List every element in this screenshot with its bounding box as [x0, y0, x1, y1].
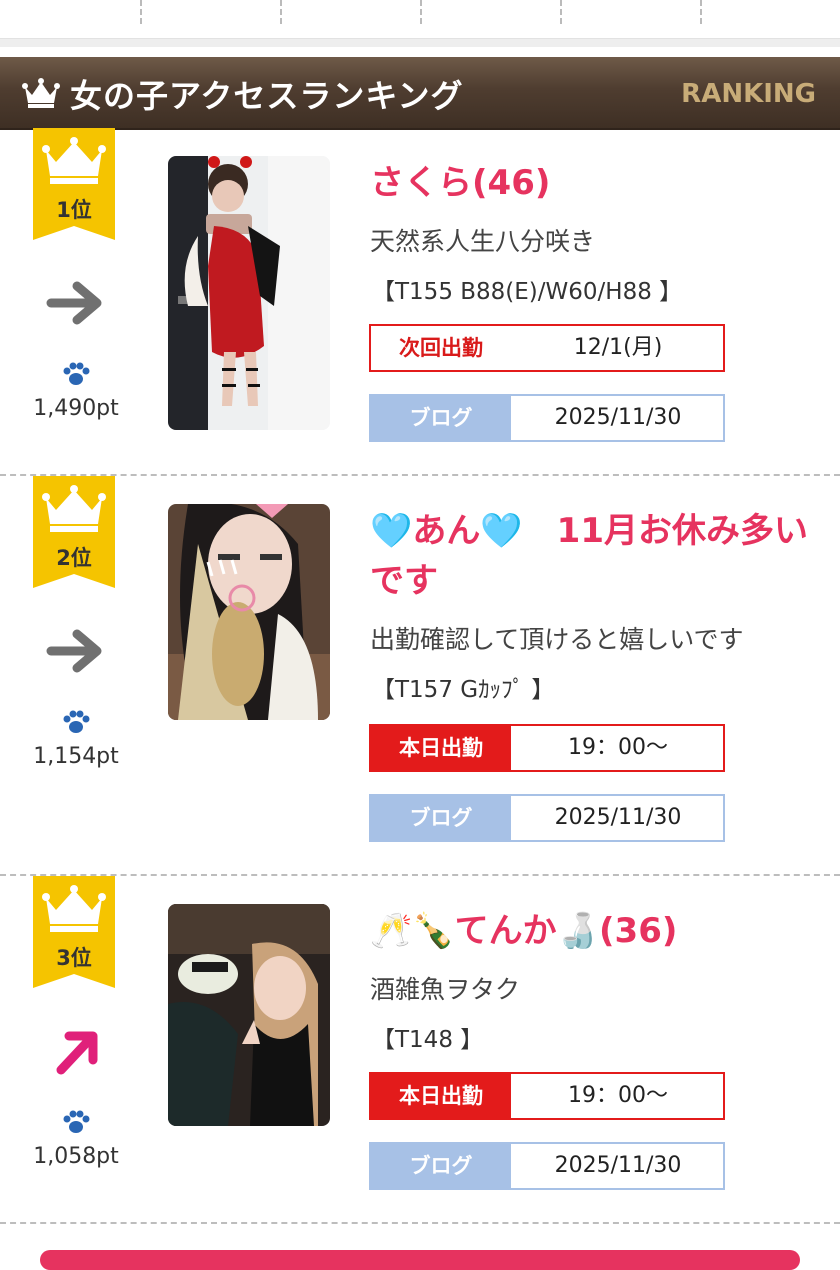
profile-photo[interactable]	[168, 156, 330, 430]
profile-photo[interactable]	[168, 504, 330, 720]
profile-photo[interactable]	[168, 904, 330, 1126]
girl-name[interactable]: 🥂🍾てんか🍶(36)	[370, 906, 810, 956]
crown-icon	[22, 78, 60, 108]
shift-label: 本日出勤	[371, 1074, 511, 1118]
access-points: 1,490pt	[33, 396, 119, 421]
paw-icon	[63, 710, 90, 733]
girl-name[interactable]: さくら(46)	[370, 158, 810, 208]
rank-label: 1位	[56, 198, 92, 222]
shift-box: 次回出勤 12/1(月)	[369, 324, 725, 372]
blog-label: ブログ	[371, 396, 511, 440]
rank-badge: 2位	[33, 476, 115, 588]
blog-label: ブログ	[371, 796, 511, 840]
paw-icon	[63, 362, 90, 385]
more-button[interactable]	[40, 1250, 800, 1270]
shift-value: 12/1(月)	[573, 335, 663, 360]
rank-badge: 1位	[33, 128, 115, 240]
ranking-entry[interactable]: 2位 1,154pt 🩵あん🩵 11月お休み多いです 出勤確認して頂けると嬉しい…	[0, 476, 840, 842]
nav-divider	[140, 0, 142, 24]
nav-divider	[700, 0, 702, 24]
nav-shadow	[0, 38, 840, 47]
paw-icon	[63, 1110, 90, 1133]
blog-button[interactable]: ブログ 2025/11/30	[369, 394, 725, 442]
shift-box: 本日出勤 19：00〜	[369, 724, 725, 772]
girl-name[interactable]: 🩵あん🩵 11月お休み多いです	[370, 506, 810, 606]
catchphrase: 天然系人生八分咲き	[370, 227, 596, 256]
shift-label: 本日出勤	[371, 726, 511, 770]
top-nav	[0, 0, 840, 38]
body-spec: 【T155 B88(E)/W60/H88 】	[372, 279, 683, 305]
blog-date: 2025/11/30	[554, 405, 682, 430]
section-english-label: RANKING	[681, 79, 816, 109]
ranking-entry[interactable]: 1位 1,490pt さくら(46) 天然系人生八分咲き 【T155 B88(E…	[0, 128, 840, 476]
entry-divider	[0, 1222, 840, 1224]
rank-badge: 3位	[33, 876, 115, 988]
ranking-header: 女の子アクセスランキング RANKING	[0, 57, 840, 130]
body-spec: 【T148 】	[372, 1027, 484, 1053]
rank-label: 3位	[56, 946, 92, 970]
nav-divider	[280, 0, 282, 24]
blog-date: 2025/11/30	[554, 805, 682, 830]
ranking-entry[interactable]: 3位 1,058pt 🥂🍾てんか🍶(36) 酒雑魚ヲタク 【T148 】 本日出…	[0, 876, 840, 1224]
blog-date: 2025/11/30	[554, 1153, 682, 1178]
section-title: 女の子アクセスランキング	[70, 77, 464, 115]
shift-box: 本日出勤 19：00〜	[369, 1072, 725, 1120]
shift-value: 19：00〜	[568, 735, 668, 760]
blog-label: ブログ	[371, 1144, 511, 1188]
arrow-up-right-icon	[56, 1031, 98, 1075]
catchphrase: 出勤確認して頂けると嬉しいです	[370, 625, 744, 654]
catchphrase: 酒雑魚ヲタク	[370, 975, 521, 1004]
shift-label: 次回出勤	[371, 326, 511, 370]
arrow-right-icon	[46, 629, 102, 673]
rank-label: 2位	[56, 546, 92, 570]
blog-button[interactable]: ブログ 2025/11/30	[369, 794, 725, 842]
body-spec: 【T157 Gｶｯﾌﾟ 】	[372, 677, 555, 703]
arrow-right-icon	[46, 281, 102, 325]
nav-divider	[560, 0, 562, 24]
access-points: 1,058pt	[33, 1144, 119, 1169]
shift-value: 19：00〜	[568, 1083, 668, 1108]
nav-divider	[420, 0, 422, 24]
blog-button[interactable]: ブログ 2025/11/30	[369, 1142, 725, 1190]
access-points: 1,154pt	[33, 744, 119, 769]
